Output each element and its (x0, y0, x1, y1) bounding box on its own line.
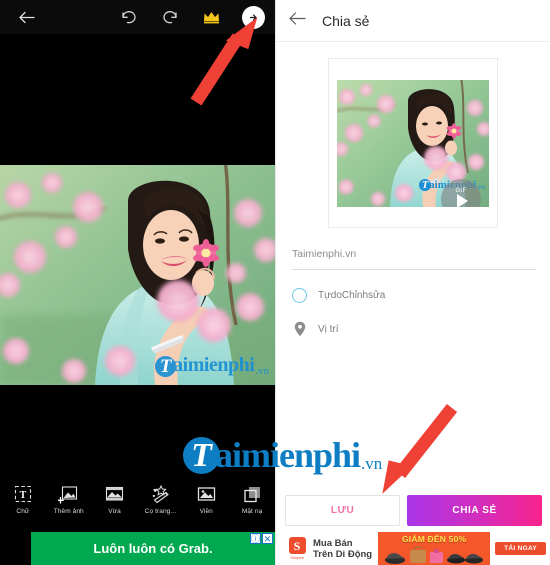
text-tool-icon: T (13, 483, 33, 505)
app-screenshot: T aimienphi .vn T Chữ Thêm ảnh Vừa Cọ tr… (0, 0, 550, 565)
add-photo-icon (58, 483, 79, 505)
magic-wand-icon (149, 483, 171, 505)
caption-input[interactable] (292, 248, 536, 260)
next-circle (241, 5, 265, 29)
watermark-name: aimienphi (173, 354, 255, 376)
preview-thumbnail: T aimienphi .vn GIF (337, 79, 489, 207)
svg-text:T: T (20, 490, 27, 501)
share-header: Chia sẻ (276, 0, 550, 42)
share-form: TựdoChỉnhsửa Vị trí (276, 228, 550, 337)
ad-info-icon[interactable]: ⓘ (250, 533, 261, 544)
watermark-name: aimienphi (215, 435, 361, 475)
location-pin-icon (294, 321, 305, 337)
arrow-right-circle-icon (249, 13, 257, 21)
next-button[interactable] (231, 5, 275, 29)
watermark-tld: .vn (361, 454, 383, 473)
editor-back-button[interactable] (0, 10, 52, 25)
arrow-left-icon (18, 11, 35, 23)
undo-icon (121, 10, 136, 23)
photo-illustration (0, 165, 275, 385)
caption-row[interactable] (292, 244, 536, 270)
tool-mask[interactable]: Mặt nạ (229, 483, 275, 515)
tool-label: Cọ trang... (144, 508, 177, 515)
tool-fit[interactable]: Vừa (92, 483, 138, 515)
shopee-promo-block: GIẢM ĐẾN 50% (378, 532, 491, 565)
shopee-cta-wrap: TẢI NGAY (490, 542, 550, 555)
tool-border[interactable]: Viền (183, 483, 229, 515)
editor-tools-bar: T Chữ Thêm ảnh Vừa Cọ trang... Viền Mặt … (0, 475, 275, 523)
shopee-tagline-line2: Trên Di Động (313, 548, 373, 560)
share-back-button[interactable] (288, 11, 306, 31)
promo-products (384, 545, 484, 564)
tool-label: Vừa (108, 508, 121, 515)
tool-add-photo[interactable]: Thêm ảnh (46, 483, 92, 515)
photo-watermark: T aimienphi .vn (155, 354, 269, 377)
shopee-logo: S Shopee (286, 537, 308, 560)
overlay-watermark: T aimienphi .vn (183, 436, 382, 474)
watermark-tld: .vn (255, 365, 269, 377)
option-row-location[interactable]: Vị trí (292, 321, 536, 337)
shopee-tagline: Mua Bán Trên Di Động (313, 538, 372, 560)
shopee-tagline-line1: Mua Bán (313, 537, 353, 549)
tool-decorate[interactable]: Cọ trang... (137, 483, 183, 515)
grab-ad-text: Luôn luôn có Grab. (93, 541, 213, 556)
option-label: TựdoChỉnhsửa (318, 290, 386, 301)
play-icon (457, 194, 468, 207)
ad-close-icon[interactable]: ✕ (262, 533, 273, 544)
arrow-left-icon (289, 11, 306, 25)
tool-label: Mặt nạ (241, 508, 263, 515)
redo-button[interactable] (149, 10, 191, 25)
share-action-bar: LƯU CHIA SẺ (276, 490, 550, 530)
border-icon (196, 483, 217, 505)
save-button[interactable]: LƯU (285, 494, 401, 526)
premium-crown-button[interactable] (191, 10, 231, 25)
share-title: Chia sẻ (322, 12, 370, 29)
photo-editor-panel: T aimienphi .vn T Chữ Thêm ảnh Vừa Cọ tr… (0, 0, 275, 565)
shopee-promo-text: GIẢM ĐẾN 50% (401, 534, 467, 544)
shopee-brand-block: S Shopee Mua Bán Trên Di Động (276, 537, 372, 560)
fit-icon (104, 483, 125, 505)
tool-label: Viền (199, 508, 213, 515)
undo-button[interactable] (107, 10, 149, 25)
option-row-free-edit[interactable]: TựdoChỉnhsửa (292, 288, 536, 303)
shopee-bag-icon: S (288, 537, 306, 554)
redo-icon (162, 10, 177, 23)
product-icons (385, 546, 484, 564)
edited-photo[interactable]: T aimienphi .vn (0, 165, 275, 385)
ad-badges: ⓘ ✕ (250, 533, 273, 544)
tool-label: Thêm ảnh (53, 508, 84, 515)
location-pin-wrap (292, 321, 307, 337)
shopee-cta-button[interactable]: TẢI NGAY (495, 542, 546, 555)
tool-text[interactable]: T Chữ (0, 483, 46, 515)
editor-canvas[interactable]: T aimienphi .vn (0, 34, 275, 490)
circle-outline-icon (292, 288, 307, 303)
gif-label: GIF (455, 187, 467, 194)
grab-ad-banner[interactable]: Luôn luôn có Grab. ⓘ ✕ (31, 532, 275, 565)
share-panel: Chia sẻ T .vn GIF Taimienphi.vn TựdoChỉn… (275, 0, 550, 565)
mask-icon (242, 483, 263, 505)
shopee-brand-name: Shopee (290, 555, 304, 560)
shopee-ad-banner[interactable]: S Shopee Mua Bán Trên Di Động GIẢM ĐẾN 5… (276, 532, 550, 565)
option-label: Vị trí (318, 323, 339, 335)
share-button[interactable]: CHIA SẺ (407, 494, 542, 526)
tool-label: Chữ (16, 508, 30, 515)
crown-icon (203, 11, 219, 23)
editor-toolbar (0, 0, 275, 34)
share-preview-box[interactable]: T aimienphi .vn GIF (328, 58, 498, 228)
